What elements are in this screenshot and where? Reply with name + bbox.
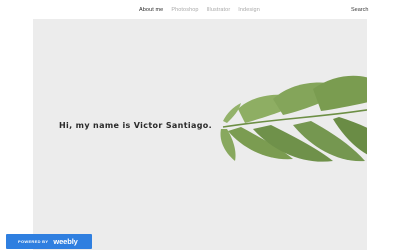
nav-menu: About me Photoshop Illustrator Indesign: [139, 5, 260, 15]
search-link[interactable]: Search: [351, 5, 368, 15]
hero-heading: Hi, my name is Victor Santiago.: [59, 121, 213, 130]
powered-by-weebly-badge[interactable]: POWERED BY weebly: [6, 234, 92, 249]
hero-banner: Hi, my name is Victor Santiago.: [33, 19, 367, 250]
nav-item-about-me[interactable]: About me: [139, 5, 163, 15]
top-navigation: About me Photoshop Illustrator Indesign …: [0, 5, 400, 15]
weebly-logo: weebly: [53, 237, 78, 246]
page: About me Photoshop Illustrator Indesign …: [0, 0, 400, 250]
nav-item-photoshop[interactable]: Photoshop: [171, 5, 198, 15]
nav-item-indesign[interactable]: Indesign: [238, 5, 260, 15]
badge-powered-label: POWERED BY: [18, 239, 49, 244]
nav-item-illustrator[interactable]: Illustrator: [207, 5, 231, 15]
